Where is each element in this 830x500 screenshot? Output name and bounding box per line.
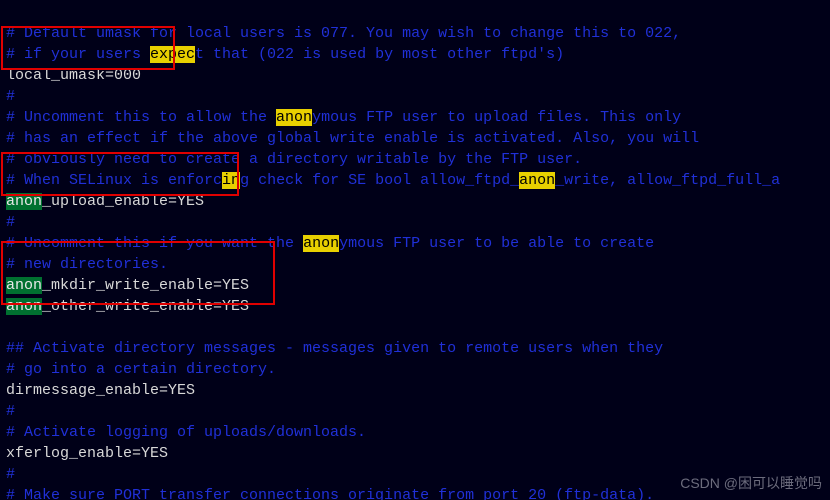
comment-line: # Uncomment this if you want the <box>6 235 303 252</box>
comment-line: # obviously need to create a directory w… <box>6 151 582 168</box>
highlight-anon-green: anon <box>6 298 42 315</box>
comment-line: # new directories. <box>6 256 168 273</box>
comment-line: # Activate logging of uploads/downloads. <box>6 424 366 441</box>
comment-line: # <box>6 214 15 231</box>
config-xferlog: xferlog_enable=YES <box>6 445 168 462</box>
comment-line: # <box>6 403 15 420</box>
comment-line: # Make sure PORT transfer connections or… <box>6 487 654 500</box>
comment-line: g check for SE bool allow_ftpd_ <box>240 172 519 189</box>
highlight-expec: expec <box>150 46 195 63</box>
watermark: CSDN @困可以睡觉吗 <box>680 473 822 494</box>
highlight-anon-green: anon <box>6 277 42 294</box>
config-anon-upload: _upload_enable=YES <box>42 193 204 210</box>
comment-line: # Uncomment this to allow the <box>6 109 276 126</box>
highlight-anon: anon <box>303 235 339 252</box>
comment-line: t that (022 is used by most other ftpd's… <box>195 46 564 63</box>
highlight-anon: anon <box>276 109 312 126</box>
comment-line: # <box>6 88 15 105</box>
comment-line: _write, allow_ftpd_full_a <box>555 172 780 189</box>
highlight-in: in <box>222 172 240 189</box>
comment-line: ymous FTP user to upload files. This onl… <box>312 109 681 126</box>
comment-line: ## Activate directory messages - message… <box>6 340 663 357</box>
config-dirmessage: dirmessage_enable=YES <box>6 382 195 399</box>
config-anon-other: _other_write_enable=YES <box>42 298 249 315</box>
config-anon-mkdir: _mkdir_write_enable=YES <box>42 277 249 294</box>
comment-line: # Default umask for local users is 077. … <box>6 25 681 42</box>
comment-line: # has an effect if the above global writ… <box>6 130 699 147</box>
comment-line: # go into a certain directory. <box>6 361 276 378</box>
config-local-umask: local_umask=000 <box>6 67 141 84</box>
terminal-output[interactable]: # Default umask for local users is 077. … <box>0 0 830 500</box>
comment-line: # <box>6 466 15 483</box>
comment-line: # When SELinux is enforc <box>6 172 222 189</box>
comment-line: ymous FTP user to be able to create <box>339 235 654 252</box>
comment-line: # if your users <box>6 46 150 63</box>
highlight-anon: anon <box>519 172 555 189</box>
highlight-anon-green: anon <box>6 193 42 210</box>
